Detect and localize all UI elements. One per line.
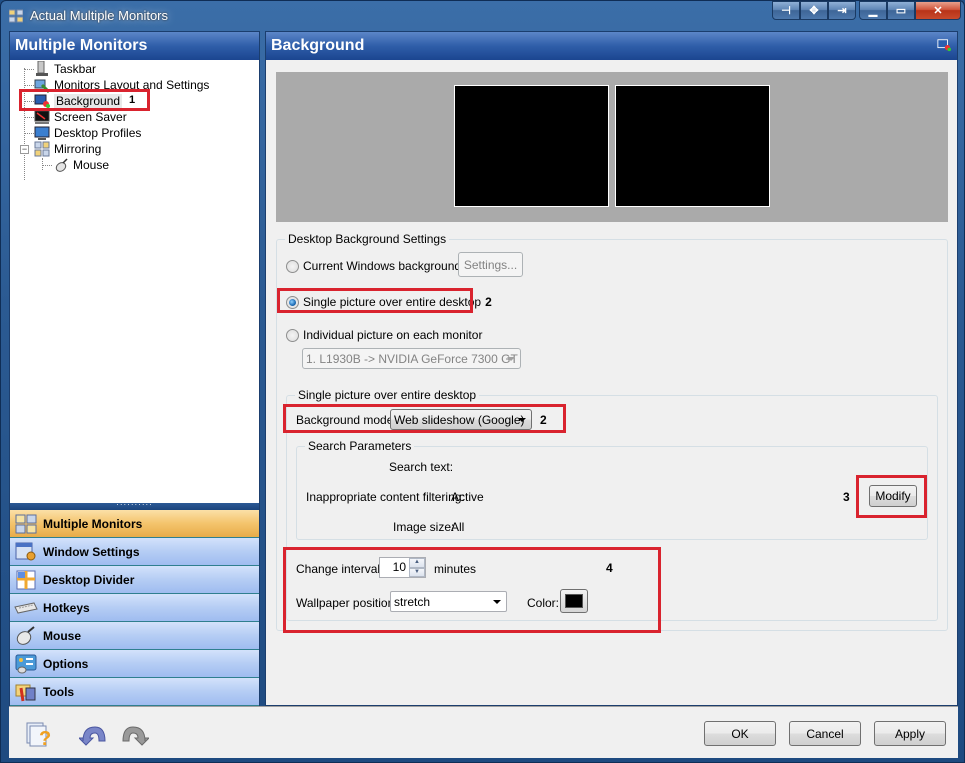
maximize-icon: ▭ — [895, 5, 907, 17]
radio-current-windows-background[interactable]: Current Windows background — [286, 259, 461, 273]
monitor-select[interactable]: 1. L1930B -> NVIDIA GeForce 7300 GT — [302, 348, 521, 369]
apply-button[interactable]: Apply — [874, 721, 946, 746]
monitor-preview — [276, 72, 948, 222]
undo-icon[interactable] — [79, 721, 109, 747]
app-window: Actual Multiple Monitors ⊣ ✥ ⇥ ▁ ▭ ✕ Mul… — [0, 0, 965, 763]
left-panel-header: Multiple Monitors — [10, 32, 259, 60]
mouse-icon — [14, 625, 38, 646]
ok-button[interactable]: OK — [704, 721, 776, 746]
monitor-preview-2[interactable] — [615, 85, 770, 207]
cancel-button[interactable]: Cancel — [789, 721, 861, 746]
annotation-number-1: 1 — [129, 94, 136, 106]
bottom-bar: ? OK Cancel Apply — [9, 706, 958, 758]
right-panel: Background Desktop Background Settings C… — [265, 31, 958, 706]
annotation-box-3 — [856, 475, 927, 518]
content-filter-value: Active — [451, 490, 484, 504]
screen-saver-icon — [34, 110, 50, 124]
minimize-icon: ▁ — [868, 5, 878, 17]
background-icon — [937, 39, 951, 52]
send-to-monitor-icon: ⇥ — [837, 5, 847, 17]
hotkeys-icon — [14, 598, 38, 618]
nav-mouse[interactable]: Mouse — [10, 622, 259, 650]
mouse-icon — [55, 158, 68, 172]
pin-button[interactable]: ⊣ — [772, 1, 800, 20]
options-icon — [14, 654, 38, 674]
search-text-label: Search text: — [389, 460, 454, 474]
tree-item-screen-saver[interactable]: Screen Saver — [34, 109, 127, 125]
group-label: Desktop Background Settings — [285, 232, 450, 246]
mirroring-collapse-toggle[interactable]: − — [20, 145, 29, 154]
image-size-label: Image size: — [393, 520, 455, 534]
tree-line — [24, 133, 34, 134]
radio-individual-picture[interactable]: Individual picture on each monitor — [286, 328, 482, 342]
radio-button[interactable] — [286, 328, 299, 342]
tree-line — [24, 85, 34, 86]
tree-item-mouse[interactable]: Mouse — [53, 157, 109, 173]
pin-icon: ⊣ — [781, 5, 791, 17]
help-icon[interactable]: ? — [25, 721, 55, 747]
panel-splitter[interactable]: ·········· — [10, 501, 259, 510]
tree-item-desktop-profiles[interactable]: Desktop Profiles — [34, 125, 141, 141]
tools-icon — [14, 682, 38, 702]
minimize-button[interactable]: ▁ — [859, 1, 887, 20]
window-settings-icon — [14, 542, 38, 562]
group-label: Search Parameters — [305, 439, 415, 453]
close-button[interactable]: ✕ — [915, 1, 961, 20]
tree-line — [24, 117, 34, 118]
annotation-box-2b — [283, 404, 566, 433]
desktop-profiles-icon — [34, 126, 50, 140]
page-title: Background — [271, 37, 365, 54]
image-size-value: All — [451, 520, 465, 534]
nav-multiple-monitors[interactable]: Multiple Monitors — [10, 510, 259, 538]
tree-item-mirroring[interactable]: Mirroring — [34, 141, 101, 157]
tree-line — [42, 165, 52, 166]
tree-item-taskbar[interactable]: Taskbar — [34, 61, 96, 77]
move-button[interactable]: ✥ — [800, 1, 828, 20]
group-label: Single picture over entire desktop — [295, 388, 480, 402]
nav-options[interactable]: Options — [10, 650, 259, 678]
right-panel-header: Background — [266, 32, 957, 60]
maximize-button[interactable]: ▭ — [887, 1, 915, 20]
settings-tree: Taskbar Monitors Layout and Settings Bac… — [10, 60, 259, 503]
close-icon: ✕ — [933, 5, 943, 17]
chevron-down-icon — [507, 356, 515, 361]
annotation-number-3: 3 — [843, 490, 850, 504]
left-panel: Multiple Monitors Taskbar Monitors Layou… — [9, 31, 260, 733]
nav-tools[interactable]: Tools — [10, 678, 259, 706]
redo-icon[interactable] — [119, 721, 149, 747]
nav-hotkeys[interactable]: Hotkeys — [10, 594, 259, 622]
move-icon: ✥ — [809, 5, 819, 17]
mirroring-icon — [34, 141, 50, 157]
svg-text:?: ? — [39, 728, 51, 747]
app-icon — [9, 9, 23, 23]
multiple-monitors-icon — [14, 514, 38, 534]
taskbar-icon — [36, 61, 48, 76]
monitor-preview-1[interactable] — [454, 85, 609, 207]
tree-line — [42, 158, 43, 170]
desktop-divider-icon — [14, 570, 38, 590]
annotation-box-4 — [283, 547, 661, 633]
window-title: Actual Multiple Monitors — [30, 8, 168, 23]
title-bar[interactable]: Actual Multiple Monitors ⊣ ✥ ⇥ ▁ ▭ ✕ — [1, 1, 964, 31]
nav-window-settings[interactable]: Window Settings — [10, 538, 259, 566]
send-to-monitor-button[interactable]: ⇥ — [828, 1, 856, 20]
settings-button[interactable]: Settings... — [458, 252, 523, 277]
radio-button[interactable] — [286, 259, 299, 273]
content-filter-label: Inappropriate content filtering: — [306, 490, 465, 504]
annotation-box-2a — [277, 288, 473, 313]
tree-line — [24, 69, 34, 70]
annotation-number-2a: 2 — [485, 295, 492, 309]
nav-desktop-divider[interactable]: Desktop Divider — [10, 566, 259, 594]
